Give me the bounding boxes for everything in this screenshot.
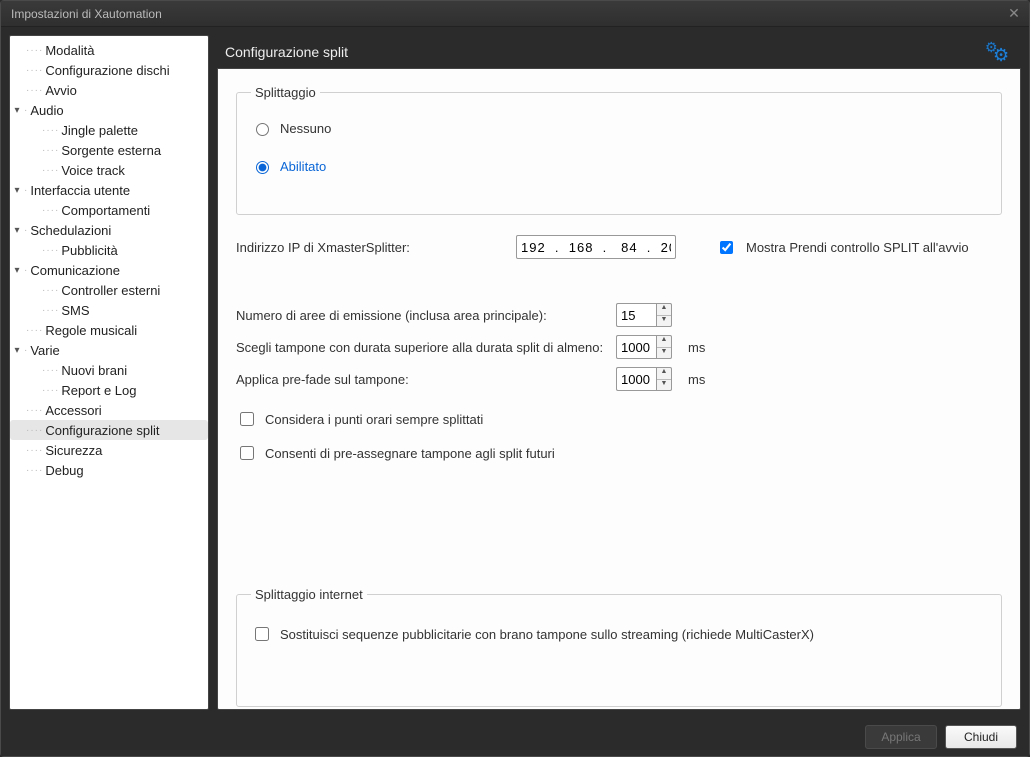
radio-abilitato-label: Abilitato [280, 159, 326, 174]
tree-item-pubblicita[interactable]: ····Pubblicità [10, 240, 208, 260]
spinner-up-icon[interactable]: ▲ [657, 368, 671, 380]
spinner-prefade[interactable]: ▲▼ [656, 367, 672, 391]
row-areas: Numero di aree di emissione (inclusa are… [236, 303, 1002, 327]
spinner-down-icon[interactable]: ▼ [657, 348, 671, 359]
tree-item-config-dischi[interactable]: ····Configurazione dischi [10, 60, 208, 80]
checkbox-preassign[interactable] [240, 446, 254, 460]
checkbox-show-take-control[interactable] [720, 241, 733, 254]
tree-item-debug[interactable]: ····Debug [10, 460, 208, 480]
close-icon[interactable]: ✕ [1005, 5, 1023, 23]
spinner-up-icon[interactable]: ▲ [657, 304, 671, 316]
radio-row-nessuno: Nessuno [251, 120, 987, 136]
nav-tree[interactable]: ····Modalità ····Configurazione dischi ·… [9, 35, 209, 710]
tree-item-modalita[interactable]: ····Modalità [10, 40, 208, 60]
chevron-down-icon[interactable]: ▾ [10, 345, 24, 356]
label-prefade: Applica pre-fade sul tampone: [236, 372, 606, 387]
row-buffer: Scegli tampone con durata superiore alla… [236, 335, 1002, 359]
group-splittaggio-legend: Splittaggio [251, 85, 320, 100]
tree-item-comunicazione[interactable]: ▾·Comunicazione [10, 260, 208, 280]
settings-window: Impostazioni di Xautomation ✕ ····Modali… [0, 0, 1030, 757]
chevron-down-icon[interactable]: ▾ [10, 225, 24, 236]
tree-item-accessori[interactable]: ····Accessori [10, 400, 208, 420]
checkbox-streaming[interactable] [255, 627, 269, 641]
tree-item-avvio[interactable]: ····Avvio [10, 80, 208, 100]
label-ip: Indirizzo IP di XmasterSplitter: [236, 240, 506, 255]
tree-item-sicurezza[interactable]: ····Sicurezza [10, 440, 208, 460]
radio-nessuno[interactable] [256, 123, 269, 136]
row-chk-hourly: Considera i punti orari sempre splittati [236, 409, 1002, 429]
spinner-down-icon[interactable]: ▼ [657, 380, 671, 391]
apply-button[interactable]: Applica [865, 725, 937, 749]
checkbox-hourly[interactable] [240, 412, 254, 426]
panel-header: Configurazione split ⚙⚙ [217, 35, 1021, 69]
label-areas: Numero di aree di emissione (inclusa are… [236, 308, 606, 323]
tree-item-jingle-palette[interactable]: ····Jingle palette [10, 120, 208, 140]
tree-item-audio[interactable]: ▾·Audio [10, 100, 208, 120]
tree-item-varie[interactable]: ▾·Varie [10, 340, 208, 360]
tree-item-nuovi-brani[interactable]: ····Nuovi brani [10, 360, 208, 380]
row-prefade: Applica pre-fade sul tampone: ▲▼ ms [236, 367, 1002, 391]
window-title: Impostazioni di Xautomation [7, 7, 1005, 21]
radio-abilitato[interactable] [256, 161, 269, 174]
chevron-down-icon[interactable]: ▾ [10, 185, 24, 196]
close-button[interactable]: Chiudi [945, 725, 1017, 749]
tree-item-schedulazioni[interactable]: ▾·Schedulazioni [10, 220, 208, 240]
input-prefade[interactable] [616, 367, 656, 391]
row-chk-preassign: Consenti di pre-assegnare tampone agli s… [236, 443, 1002, 463]
label-show-take-control: Mostra Prendi controllo SPLIT all'avvio [746, 240, 969, 255]
group-internet-legend: Splittaggio internet [251, 587, 367, 602]
titlebar: Impostazioni di Xautomation ✕ [1, 1, 1029, 27]
tree-item-ui[interactable]: ▾·Interfaccia utente [10, 180, 208, 200]
unit-ms-2: ms [688, 372, 705, 387]
panel-title: Configurazione split [225, 44, 348, 60]
spinner-areas[interactable]: ▲▼ [656, 303, 672, 327]
input-ip[interactable] [516, 235, 676, 259]
radio-nessuno-label: Nessuno [280, 121, 331, 136]
gears-icon: ⚙⚙ [985, 39, 1013, 65]
spinner-up-icon[interactable]: ▲ [657, 336, 671, 348]
row-ip: Indirizzo IP di XmasterSplitter: Mostra … [236, 235, 1002, 259]
tree-item-comportamenti[interactable]: ····Comportamenti [10, 200, 208, 220]
footer: Applica Chiudi [1, 718, 1029, 756]
window-body: ····Modalità ····Configurazione dischi ·… [1, 27, 1029, 718]
tree-item-sms[interactable]: ····SMS [10, 300, 208, 320]
label-buffer: Scegli tampone con durata superiore alla… [236, 340, 606, 355]
panel-body: Splittaggio Nessuno Abilitato Indirizzo … [217, 69, 1021, 710]
input-buffer[interactable] [616, 335, 656, 359]
main-area: Configurazione split ⚙⚙ Splittaggio Ness… [217, 35, 1021, 710]
tree-item-voice-track[interactable]: ····Voice track [10, 160, 208, 180]
tree-item-config-split[interactable]: ····Configurazione split [10, 420, 208, 440]
tree-item-regole-musicali[interactable]: ····Regole musicali [10, 320, 208, 340]
tree-item-controller-esterni[interactable]: ····Controller esterni [10, 280, 208, 300]
label-preassign: Consenti di pre-assegnare tampone agli s… [265, 446, 555, 461]
spinner-down-icon[interactable]: ▼ [657, 316, 671, 327]
spinner-buffer[interactable]: ▲▼ [656, 335, 672, 359]
chevron-down-icon[interactable]: ▾ [10, 265, 24, 276]
group-splittaggio-internet: Splittaggio internet Sostituisci sequenz… [236, 587, 1002, 707]
radio-row-abilitato: Abilitato [251, 158, 987, 174]
tree-item-report-log[interactable]: ····Report e Log [10, 380, 208, 400]
input-areas[interactable] [616, 303, 656, 327]
chevron-down-icon[interactable]: ▾ [10, 105, 24, 116]
unit-ms-1: ms [688, 340, 705, 355]
group-splittaggio: Splittaggio Nessuno Abilitato [236, 85, 1002, 215]
row-chk-streaming: Sostituisci sequenze pubblicitarie con b… [251, 624, 987, 644]
label-hourly: Considera i punti orari sempre splittati [265, 412, 483, 427]
tree-item-sorgente-esterna[interactable]: ····Sorgente esterna [10, 140, 208, 160]
label-streaming: Sostituisci sequenze pubblicitarie con b… [280, 627, 814, 642]
